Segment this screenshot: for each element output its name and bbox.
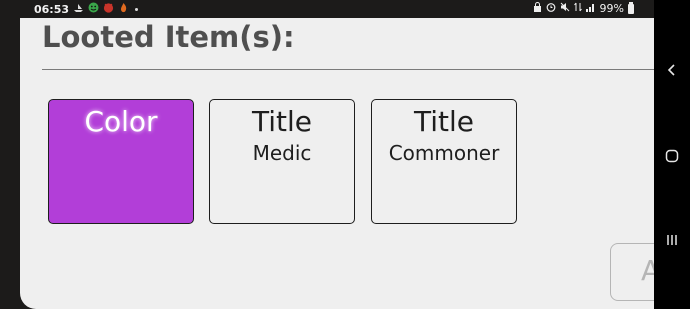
battery-text: 99% bbox=[599, 2, 624, 15]
status-bar: 06:53 99% bbox=[0, 0, 690, 18]
page-title: Looted Item(s): bbox=[42, 20, 295, 54]
boat-icon bbox=[73, 3, 84, 17]
data-icon bbox=[573, 2, 582, 15]
home-icon[interactable] bbox=[654, 138, 690, 174]
looted-item-title-commoner[interactable]: Title Commoner bbox=[371, 99, 517, 224]
smiley-icon bbox=[88, 2, 99, 17]
mute-icon bbox=[560, 2, 570, 15]
lock-icon bbox=[533, 2, 542, 15]
item-name-label: Medic bbox=[252, 141, 312, 165]
flame-icon bbox=[118, 2, 129, 17]
alarm-icon bbox=[546, 2, 556, 15]
item-type-label: Title bbox=[413, 105, 474, 138]
recents-icon[interactable] bbox=[654, 222, 690, 258]
item-name-label: Commoner bbox=[388, 141, 500, 165]
title-divider bbox=[42, 69, 654, 70]
more-notifications-dot bbox=[135, 8, 139, 11]
status-right: 99% bbox=[533, 1, 634, 15]
status-time: 06:53 bbox=[34, 3, 70, 16]
back-icon[interactable] bbox=[654, 52, 690, 88]
devil-icon bbox=[103, 2, 114, 17]
status-left: 06:53 bbox=[34, 2, 139, 17]
app-window: Looted Item(s): Color Title Medic Title … bbox=[20, 18, 654, 309]
battery-icon bbox=[628, 1, 634, 14]
looted-item-color[interactable]: Color bbox=[48, 99, 194, 224]
item-type-label: Title bbox=[251, 105, 312, 138]
navigation-bar bbox=[654, 0, 690, 309]
looted-item-title-medic[interactable]: Title Medic bbox=[209, 99, 355, 224]
signal-icon bbox=[585, 2, 596, 15]
item-type-label: Color bbox=[84, 105, 158, 138]
accept-button[interactable]: A bbox=[610, 243, 654, 301]
